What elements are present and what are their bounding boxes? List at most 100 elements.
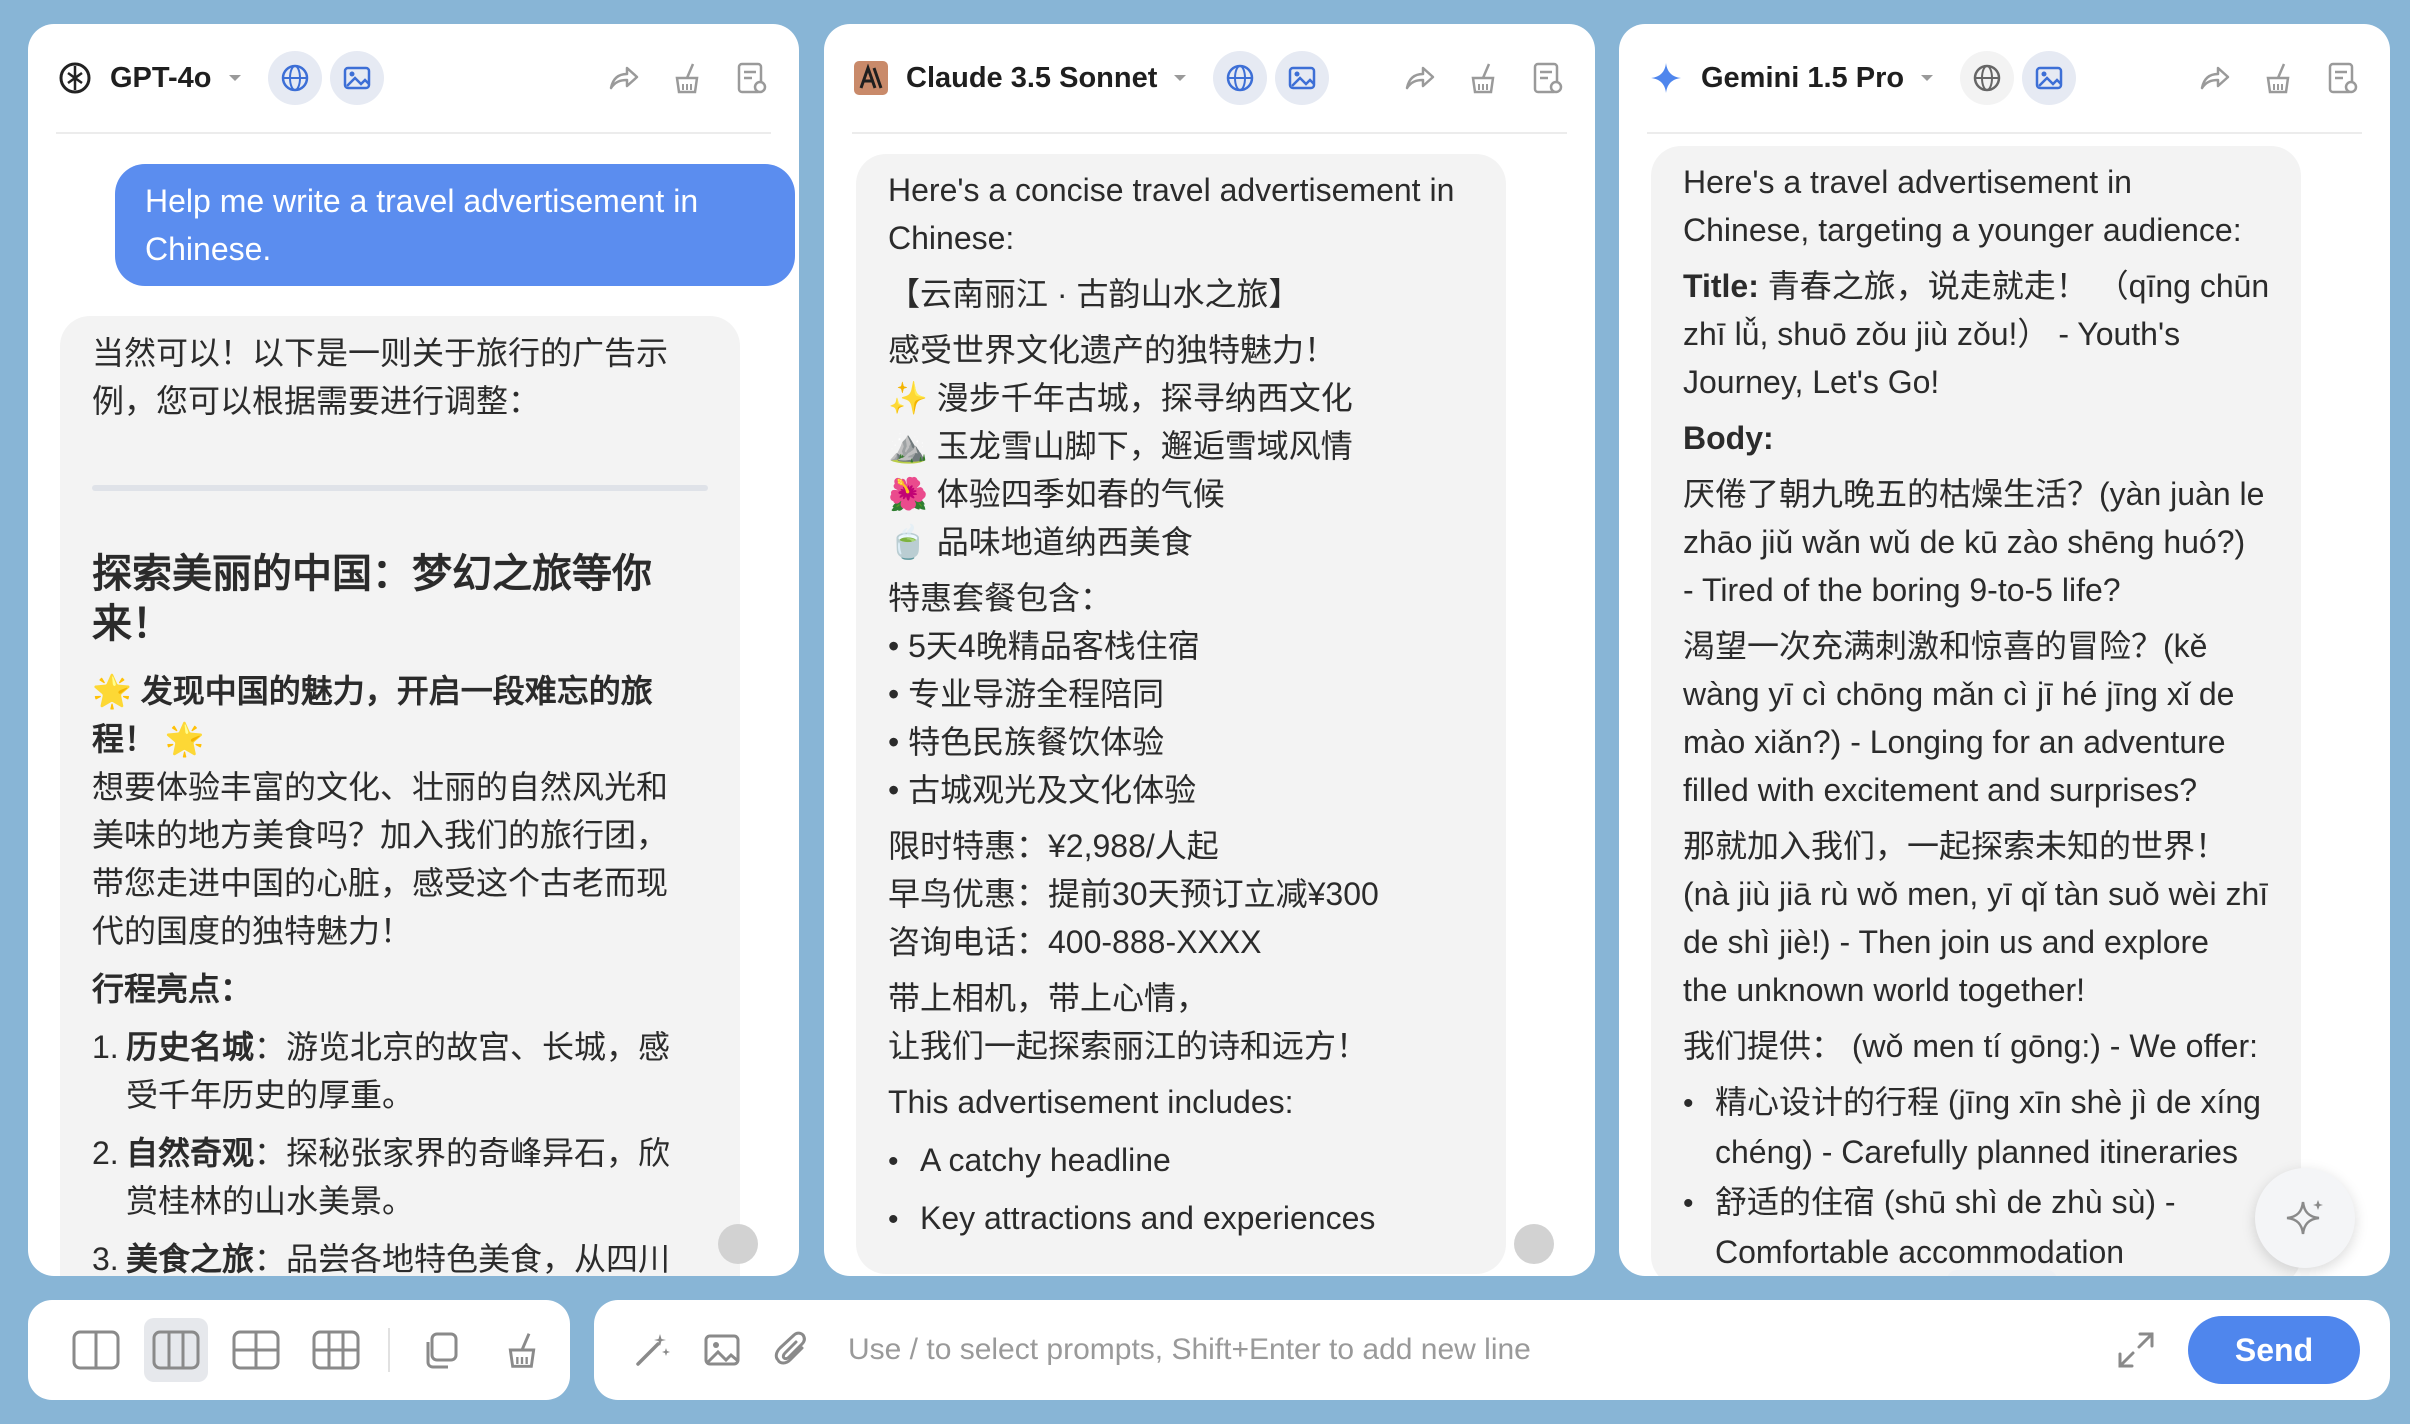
- clear-chat-icon[interactable]: [1463, 58, 1503, 98]
- list-text: ：品尝各地特色美食，从四川: [254, 1241, 671, 1276]
- scroll-to-bottom-button[interactable]: [1514, 1224, 1554, 1264]
- notes-icon[interactable]: [1527, 58, 1567, 98]
- grid-6-icon: [312, 1330, 360, 1370]
- panel-header: Claude 3.5 Sonnet: [824, 24, 1595, 132]
- globe-icon: [1973, 64, 2001, 92]
- share-icon[interactable]: [2194, 58, 2234, 98]
- list-item: 1. 历史名城：游览北京的故宫、长城，感: [92, 1023, 708, 1071]
- expand-input-button[interactable]: [2114, 1328, 2158, 1372]
- ai-assist-button[interactable]: [2255, 1168, 2355, 1268]
- web-search-toggle[interactable]: [1213, 51, 1268, 105]
- image-icon: [343, 66, 370, 90]
- message-text: 当然可以！以下是一则关于旅行的广告示: [92, 335, 669, 371]
- collapse-toggle[interactable]: [1947, 1270, 2057, 1276]
- prompt-magic-button[interactable]: [630, 1328, 674, 1372]
- expand-icon: [2118, 1332, 2154, 1368]
- list-text: A catchy headline: [920, 1142, 1171, 1178]
- openai-logo-icon: [58, 61, 92, 95]
- list-item: 2. 自然奇观：探秘张家界的奇峰异石，欣: [92, 1129, 708, 1177]
- message-text: Here's a travel advertisement in: [1683, 164, 2132, 200]
- message-list: Here's a travel advertisement in Chinese…: [1619, 134, 2390, 1276]
- clear-all-button[interactable]: [490, 1318, 554, 1382]
- message-text: 例，您可以根据需要进行调整：: [92, 383, 541, 419]
- message-text: de shì jiè!) - Then join us and explore: [1683, 924, 2209, 960]
- scroll-to-bottom-button[interactable]: [718, 1224, 758, 1264]
- list-text: 精心设计的行程 (jīng xīn shè jì de xíng: [1715, 1084, 2261, 1120]
- body-label: Body:: [1683, 420, 1774, 456]
- chat-panel-claude: Claude 3.5 Sonnet Here's a concise trave…: [824, 24, 1595, 1276]
- assistant-message: Here's a concise travel advertisement in…: [856, 154, 1506, 1274]
- message-text: Chinese, targeting a younger audience:: [1683, 212, 2242, 248]
- message-text: 想要体验丰富的文化、壮丽的自然风光和: [92, 769, 669, 805]
- send-button[interactable]: Send: [2188, 1316, 2360, 1384]
- model-name[interactable]: Gemini 1.5 Pro: [1701, 62, 1904, 95]
- ad-title: 【云南丽江 · 古韵山水之旅】: [888, 276, 1301, 312]
- image-gen-toggle[interactable]: [1275, 51, 1330, 105]
- sparkle-icon: [2286, 1200, 2323, 1235]
- copy-button[interactable]: [410, 1318, 474, 1382]
- chat-input[interactable]: Use / to select prompts, Shift+Enter to …: [848, 1333, 2114, 1367]
- message-text: Here's a concise travel advertisement in: [888, 172, 1455, 208]
- message-text: 美味的地方美食吗？加入我们的旅行团，: [92, 817, 669, 853]
- layout-2x2-grid-button[interactable]: [224, 1318, 288, 1382]
- notes-icon[interactable]: [731, 58, 771, 98]
- section-label: 行程亮点：: [92, 971, 253, 1007]
- message-text: (nà jiù jiā rù wǒ men, yī qǐ tàn suǒ wèi…: [1683, 876, 2269, 912]
- title-text: 青春之旅，说走就走！ （qīng chūn: [1758, 268, 2270, 304]
- list-text: Key attractions and experiences: [920, 1200, 1376, 1236]
- notes-icon[interactable]: [2322, 58, 2362, 98]
- list-title: 自然奇观: [126, 1135, 255, 1171]
- list-text: ：游览北京的故宫、长城，感: [254, 1029, 671, 1065]
- share-icon[interactable]: [603, 58, 643, 98]
- image-icon: [704, 1334, 740, 1366]
- copy-icon: [426, 1332, 458, 1369]
- chevron-down-icon[interactable]: [220, 63, 250, 93]
- clear-chat-icon[interactable]: [2258, 58, 2298, 98]
- title-label: Title:: [1683, 268, 1759, 304]
- share-icon[interactable]: [1399, 58, 1439, 98]
- divider: [92, 485, 708, 491]
- paperclip-icon: [774, 1331, 806, 1365]
- package-item: • 5天4晚精品客栈住宿: [888, 628, 1200, 664]
- message-text: Chinese:: [888, 220, 1015, 256]
- attach-image-button[interactable]: [700, 1328, 744, 1372]
- ad-title: Title: 青春之旅，说走就走！ （qīng chūn: [1683, 262, 2269, 310]
- three-columns-icon: [152, 1330, 200, 1370]
- ad-heading: 来！: [92, 602, 172, 646]
- section-label: 特惠套餐包含：: [888, 580, 1113, 616]
- feature-line: ⛰️ 玉龙雪山脚下，邂逅雪域风情: [888, 428, 1353, 464]
- layout-3-columns-button[interactable]: [144, 1318, 208, 1382]
- chevron-down-icon[interactable]: [1165, 63, 1195, 93]
- list-item: • A catchy headline: [888, 1142, 1171, 1178]
- chevron-down-icon[interactable]: [1912, 63, 1942, 93]
- feature-line: ✨ 漫步千年古城，探寻纳西文化: [888, 380, 1353, 416]
- web-search-toggle[interactable]: [267, 51, 322, 105]
- attach-file-button[interactable]: [770, 1328, 814, 1372]
- package-item: • 古城观光及文化体验: [888, 772, 1197, 808]
- message-text: 渴望一次充满刺激和惊喜的冒险？(kě: [1683, 628, 2208, 664]
- message-text: 厌倦了朝九晚五的枯燥生活？(yàn juàn le: [1683, 476, 2265, 512]
- ad-subheading: 🌟 发现中国的魅力，开启一段难忘的旅: [92, 673, 653, 709]
- package-item: • 专业导游全程陪同: [888, 676, 1165, 712]
- closing-line: 让我们一起探索丽江的诗和远方！: [888, 1028, 1369, 1064]
- layout-2-columns-button[interactable]: [64, 1318, 128, 1382]
- user-message: Help me write a travel advertisement in …: [115, 164, 795, 286]
- image-gen-toggle[interactable]: [2022, 51, 2077, 105]
- list-item: 3. 美食之旅：品尝各地特色美食，从四川: [92, 1235, 708, 1276]
- message-text: mào xiǎn?) - Longing for an adventure: [1683, 724, 2226, 760]
- message-list: Here's a concise travel advertisement in…: [824, 134, 1595, 1276]
- model-name[interactable]: GPT-4o: [110, 62, 212, 95]
- title-text: zhī lǚ, shuō zǒu jiù zǒu!） - Youth's: [1683, 316, 2181, 352]
- two-columns-icon: [72, 1330, 120, 1370]
- list-text: ：探秘张家界的奇峰异石，欣: [254, 1135, 671, 1171]
- user-message-line: Chinese.: [145, 231, 272, 267]
- image-gen-toggle[interactable]: [329, 51, 384, 105]
- list-number: 3.: [92, 1241, 119, 1276]
- clear-chat-icon[interactable]: [667, 58, 707, 98]
- web-search-toggle[interactable]: [1960, 51, 2015, 105]
- list-title: 美食之旅: [126, 1241, 255, 1276]
- model-name[interactable]: Claude 3.5 Sonnet: [906, 62, 1157, 95]
- message-text: wàng yī cì chōng mǎn cì jī hé jīng xǐ de: [1683, 676, 2235, 712]
- list-title: 历史名城: [126, 1029, 255, 1065]
- layout-3x2-grid-button[interactable]: [304, 1318, 368, 1382]
